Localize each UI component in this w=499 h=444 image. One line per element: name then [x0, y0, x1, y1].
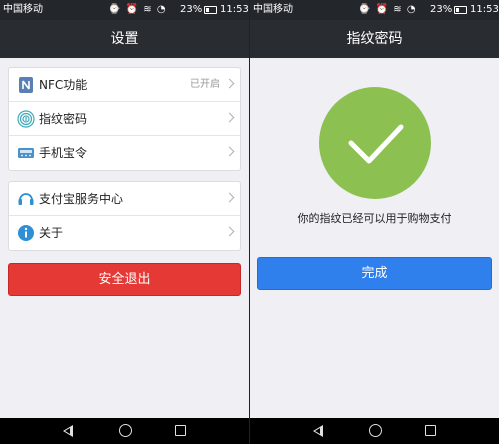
settings-item-nfc[interactable]: NFC功能 已开启 [9, 68, 240, 102]
chevron-right-icon [224, 112, 235, 123]
settings-item-label: 指纹密码 [39, 112, 88, 126]
headset-icon [18, 193, 34, 205]
page-title: 指纹密码 [250, 20, 499, 58]
settings-item-phone-token[interactable]: 手机宝令 [9, 136, 240, 170]
success-check-icon [319, 87, 431, 199]
clock: 11:53 [470, 4, 499, 15]
back-icon[interactable] [313, 425, 323, 437]
settings-group-security: NFC功能 已开启 指纹密码 手机宝令 [8, 67, 241, 171]
battery-icon [204, 6, 217, 14]
android-nav-bar [250, 418, 499, 444]
page-title: 设置 [0, 20, 249, 58]
chevron-right-icon [224, 192, 235, 203]
recent-apps-icon[interactable] [425, 425, 436, 436]
settings-item-label: 支付宝服务中心 [39, 192, 124, 206]
logout-button[interactable]: 安全退出 [8, 263, 241, 296]
status-icons: ⌚ ⏰ ≋ ◔ [358, 4, 417, 15]
recent-apps-icon[interactable] [175, 425, 186, 436]
back-icon[interactable] [63, 425, 73, 437]
settings-item-label: 关于 [39, 226, 64, 240]
home-icon[interactable] [369, 424, 382, 437]
settings-item-label: NFC功能 [39, 78, 88, 92]
fingerprint-icon [17, 110, 35, 128]
settings-group-help: 支付宝服务中心 关于 [8, 181, 241, 251]
settings-item-service-center[interactable]: 支付宝服务中心 [9, 182, 240, 216]
info-icon [18, 225, 34, 241]
phone-token-icon [18, 148, 34, 158]
nfc-icon [19, 77, 33, 93]
nfc-status: 已开启 [190, 79, 220, 90]
battery-level: 23% [180, 4, 203, 15]
done-button[interactable]: 完成 [257, 257, 492, 290]
settings-item-label: 手机宝令 [39, 146, 88, 160]
status-bar: 中国移动 ⌚ ⏰ ≋ ◔ 23% 11:53 [0, 0, 249, 20]
fingerprint-screen: 中国移动 ⌚ ⏰ ≋ ◔ 23% 11:53 指纹密码 你的指纹已经可以用于购物… [250, 0, 499, 444]
chevron-right-icon [224, 226, 235, 237]
android-nav-bar [0, 418, 249, 444]
settings-screen: 中国移动 ⌚ ⏰ ≋ ◔ 23% 11:53 设置 NFC功能 已开启 指纹密码… [0, 0, 249, 444]
home-icon[interactable] [119, 424, 132, 437]
carrier-name: 中国移动 [253, 4, 293, 15]
battery-level: 23% [430, 4, 453, 15]
carrier-name: 中国移动 [3, 4, 43, 15]
clock: 11:53 [220, 4, 249, 15]
status-icons: ⌚ ⏰ ≋ ◔ [108, 4, 167, 15]
battery-icon [454, 6, 467, 14]
chevron-right-icon [224, 146, 235, 157]
settings-item-about[interactable]: 关于 [9, 216, 240, 250]
chevron-right-icon [224, 78, 235, 89]
status-bar: 中国移动 ⌚ ⏰ ≋ ◔ 23% 11:53 [250, 0, 499, 20]
success-message: 你的指纹已经可以用于购物支付 [297, 212, 452, 225]
settings-item-fingerprint[interactable]: 指纹密码 [9, 102, 240, 136]
app-root: 中国移动 ⌚ ⏰ ≋ ◔ 23% 11:53 设置 NFC功能 已开启 指纹密码… [0, 0, 499, 444]
